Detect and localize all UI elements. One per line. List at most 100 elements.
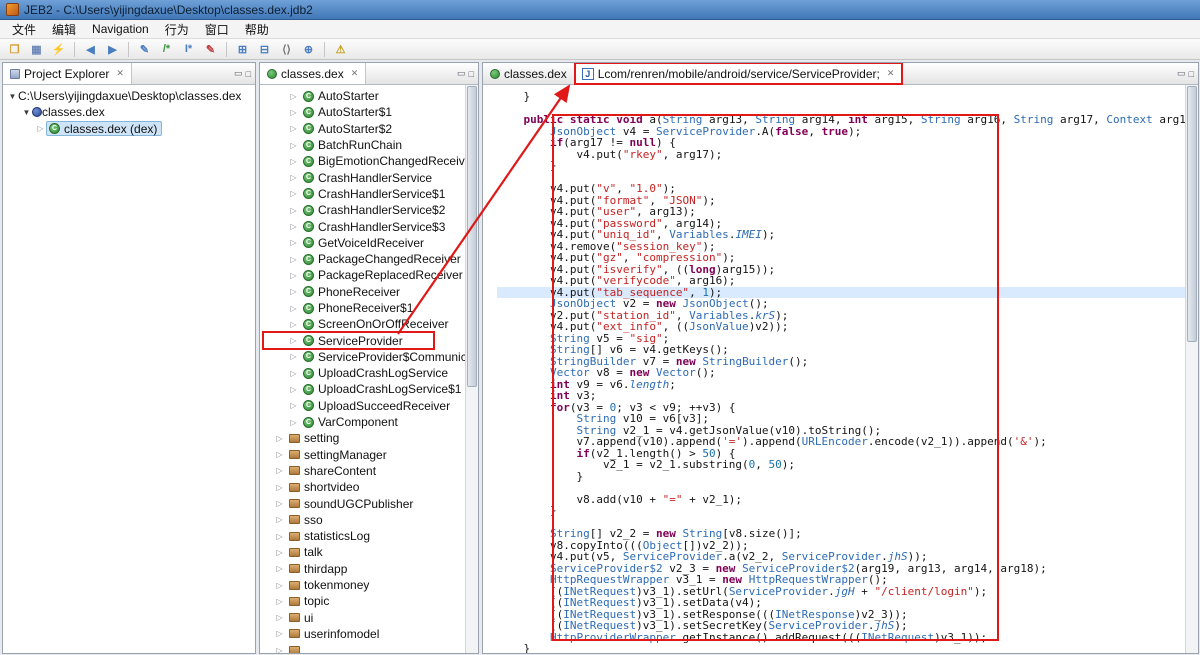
comment-icon[interactable]: /* (156, 40, 177, 58)
chevron-right-icon[interactable] (288, 219, 299, 234)
chevron-right-icon[interactable] (274, 643, 285, 653)
forward-icon[interactable]: ▶ (102, 40, 123, 58)
class-tree-item[interactable]: UploadCrashLogService (260, 365, 478, 381)
tag-icon[interactable]: ⊕ (298, 40, 319, 58)
chevron-right-icon[interactable] (274, 545, 285, 560)
class-tree-item[interactable] (260, 642, 478, 653)
tab-project-explorer[interactable]: Project Explorer (3, 63, 132, 84)
class-tree-item[interactable]: statisticsLog (260, 528, 478, 544)
chevron-right-icon[interactable] (274, 529, 285, 544)
table-view-icon[interactable]: ⊞ (232, 40, 253, 58)
code-view[interactable]: } public static void a(String arg13, Str… (483, 85, 1198, 653)
open-file-icon[interactable]: ❒ (4, 40, 25, 58)
menu-item-1[interactable]: 编辑 (44, 20, 84, 39)
class-tree-item[interactable]: BigEmotionChangedReceiver (260, 153, 478, 169)
class-tree-item[interactable]: ServiceProvider$Communicatio (260, 349, 478, 365)
class-tree-item[interactable]: settingManager (260, 447, 478, 463)
class-tree-item[interactable]: soundUGCPublisher (260, 495, 478, 511)
class-tree-item[interactable]: UploadSucceedReceiver (260, 398, 478, 414)
class-tree-item[interactable]: ui (260, 610, 478, 626)
chevron-right-icon[interactable] (288, 121, 299, 136)
chevron-right-icon[interactable] (274, 480, 285, 495)
save-icon[interactable]: ▦ (26, 40, 47, 58)
chevron-right-icon[interactable] (274, 561, 285, 576)
close-icon[interactable] (351, 68, 359, 79)
tree-item-project-root[interactable]: C:\Users\yijingdaxue\Desktop\classes.dex (3, 88, 255, 104)
xml-view-icon[interactable]: ⟨⟩ (276, 40, 297, 58)
tree-item-classes-dex[interactable]: classes.dex (3, 104, 255, 120)
chevron-right-icon[interactable] (274, 610, 285, 625)
chevron-right-icon[interactable] (288, 89, 299, 104)
chevron-right-icon[interactable] (288, 284, 299, 299)
scrollbar-thumb[interactable] (1187, 86, 1197, 342)
chevron-right-icon[interactable] (288, 349, 299, 364)
class-tree-item[interactable]: AutoStarter$1 (260, 104, 478, 120)
class-tree-item[interactable]: PhoneReceiver (260, 284, 478, 300)
class-tree-item[interactable]: CrashHandlerService (260, 169, 478, 185)
scrollbar[interactable] (465, 85, 478, 653)
minimize-icon[interactable] (457, 68, 466, 79)
alert-icon[interactable]: ⚠ (330, 40, 351, 58)
chevron-right-icon[interactable] (288, 235, 299, 250)
class-tree-item[interactable]: ScreenOnOrOffReceiver (260, 316, 478, 332)
class-tree-item[interactable]: PackageReplacedReceiver (260, 267, 478, 283)
chevron-right-icon[interactable] (274, 578, 285, 593)
menu-item-5[interactable]: 帮助 (237, 20, 277, 39)
class-tree-item[interactable]: ServiceProvider (260, 331, 478, 351)
maximize-icon[interactable] (1189, 69, 1194, 79)
class-tree-item[interactable]: talk (260, 544, 478, 560)
class-tree-item[interactable]: userinfomodel (260, 626, 478, 642)
class-tree-item[interactable]: sso (260, 512, 478, 528)
maximize-icon[interactable] (246, 69, 251, 79)
close-icon[interactable] (116, 68, 124, 79)
annotate-icon[interactable]: I* (178, 40, 199, 58)
grid-view-icon[interactable]: ⊟ (254, 40, 275, 58)
chevron-right-icon[interactable] (288, 301, 299, 316)
chevron-right-icon[interactable] (288, 252, 299, 267)
chevron-right-icon[interactable] (274, 626, 285, 641)
chevron-right-icon[interactable] (288, 105, 299, 120)
menu-item-4[interactable]: 窗口 (197, 20, 237, 39)
close-icon[interactable] (887, 68, 895, 79)
class-tree-item[interactable]: CrashHandlerService$2 (260, 202, 478, 218)
edit-icon[interactable]: ✎ (200, 40, 221, 58)
maximize-icon[interactable] (469, 69, 474, 79)
tab-serviceprovider[interactable]: Lcom/renren/mobile/android/service/Servi… (573, 63, 904, 85)
chevron-right-icon[interactable] (288, 203, 299, 218)
scrollbar[interactable] (1185, 85, 1198, 653)
class-tree-item[interactable]: AutoStarter$2 (260, 121, 478, 137)
menu-item-3[interactable]: 行为 (157, 20, 197, 39)
class-tree-item[interactable]: AutoStarter (260, 88, 478, 104)
class-tree-item[interactable]: VarComponent (260, 414, 478, 430)
chevron-right-icon[interactable] (288, 138, 299, 153)
chevron-right-icon[interactable] (274, 512, 285, 527)
chevron-right-icon[interactable] (274, 431, 285, 446)
class-tree-item[interactable]: shareContent (260, 463, 478, 479)
tree-item-classes-dex-unit[interactable]: classes.dex (dex) (3, 121, 255, 137)
chevron-expanded-icon[interactable] (21, 105, 32, 120)
scrollbar-thumb[interactable] (467, 86, 477, 388)
menu-item-0[interactable]: 文件 (4, 20, 44, 39)
chevron-right-icon[interactable] (288, 317, 299, 332)
class-tree-item[interactable]: CrashHandlerService$3 (260, 218, 478, 234)
chevron-expanded-icon[interactable] (7, 89, 18, 104)
chevron-right-icon[interactable] (288, 415, 299, 430)
class-tree-item[interactable]: UploadCrashLogService$1 (260, 381, 478, 397)
chevron-right-icon[interactable] (288, 186, 299, 201)
chevron-right-icon[interactable] (35, 121, 46, 136)
chevron-right-icon[interactable] (274, 496, 285, 511)
class-tree-item[interactable]: GetVoiceIdReceiver (260, 235, 478, 251)
class-tree-item[interactable]: tokenmoney (260, 577, 478, 593)
class-tree-item[interactable]: PhoneReceiver$1 (260, 300, 478, 316)
chevron-right-icon[interactable] (274, 463, 285, 478)
tab-classes-dex-editor[interactable]: classes.dex (483, 63, 575, 84)
minimize-icon[interactable] (1177, 68, 1186, 79)
chevron-right-icon[interactable] (288, 382, 299, 397)
chevron-right-icon[interactable] (288, 333, 299, 348)
class-tree-item[interactable]: CrashHandlerService$1 (260, 186, 478, 202)
class-tree-item[interactable]: shortvideo (260, 479, 478, 495)
chevron-right-icon[interactable] (274, 594, 285, 609)
chevron-right-icon[interactable] (288, 398, 299, 413)
back-icon[interactable]: ◀ (80, 40, 101, 58)
chevron-right-icon[interactable] (288, 154, 299, 169)
